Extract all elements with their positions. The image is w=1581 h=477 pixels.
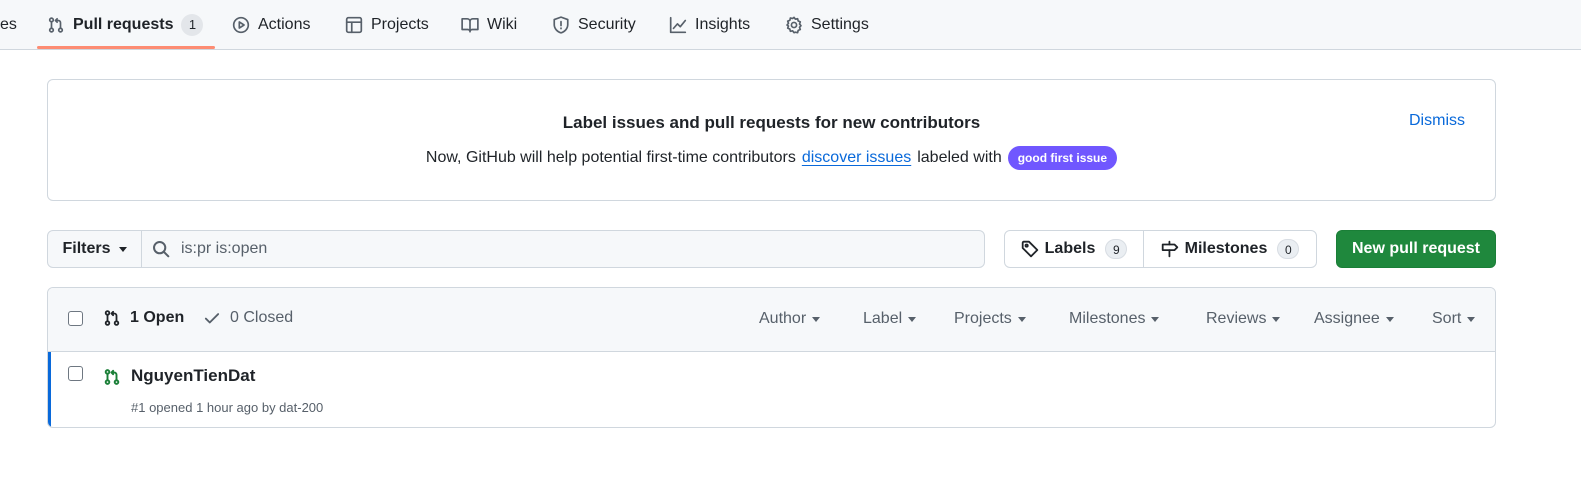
banner-text: Now, GitHub will help potential first-ti… xyxy=(48,146,1495,170)
git-pull-request-icon xyxy=(104,310,120,326)
banner-text-before: Now, GitHub will help potential first-ti… xyxy=(425,149,796,166)
closed-filter[interactable]: 0 Closed xyxy=(203,309,293,327)
search-box[interactable] xyxy=(141,230,985,268)
milestones-label: Milestones xyxy=(1184,240,1268,257)
banner-text-after: labeled with xyxy=(917,149,1002,166)
milestone-icon xyxy=(1161,240,1178,258)
select-all-checkbox[interactable] xyxy=(68,311,83,326)
sort-filter[interactable]: Sort xyxy=(1432,310,1476,328)
labels-counter: 9 xyxy=(1105,239,1128,259)
graph-icon xyxy=(669,16,687,33)
filters-button[interactable]: Filters xyxy=(47,230,142,268)
filter-label: Reviews xyxy=(1206,310,1267,327)
caret-down-icon xyxy=(118,246,127,252)
milestones-filter[interactable]: Milestones xyxy=(1069,310,1160,328)
repo-nav: es Pull requests 1 Actions Projects Wiki… xyxy=(0,0,1581,50)
tab-insights[interactable]: Insights xyxy=(669,0,750,49)
caret-down-icon xyxy=(1467,316,1476,322)
closed-count-label: 0 Closed xyxy=(230,309,294,326)
filter-label: Sort xyxy=(1432,310,1462,327)
check-icon xyxy=(204,313,220,324)
caret-down-icon xyxy=(1017,316,1026,322)
tab-label: Actions xyxy=(258,15,311,33)
tab-label: Wiki xyxy=(487,15,518,33)
pull-requests-counter: 1 xyxy=(181,13,204,36)
filters-label: Filters xyxy=(62,240,111,257)
good-first-issue-label[interactable]: good first issue xyxy=(1007,146,1118,170)
list-header: 1 Open 0 Closed Author Label Projects Mi… xyxy=(48,288,1495,352)
dismiss-button[interactable]: Dismiss xyxy=(1409,112,1465,130)
caret-down-icon xyxy=(1385,316,1394,322)
tab-wiki[interactable]: Wiki xyxy=(461,0,517,49)
tab-label: Settings xyxy=(811,15,869,33)
open-filter[interactable]: 1 Open xyxy=(103,309,184,327)
labels-label: Labels xyxy=(1044,240,1096,257)
label-filter[interactable]: Label xyxy=(863,310,917,328)
row-checkbox[interactable] xyxy=(68,366,83,381)
tab-label: Security xyxy=(578,15,636,33)
git-pull-request-open-icon xyxy=(104,369,120,385)
tag-icon xyxy=(1021,240,1038,258)
tab-label: Projects xyxy=(371,15,429,33)
shield-icon xyxy=(553,15,569,34)
row-focus-indicator xyxy=(48,352,51,427)
pull-request-list: 1 Open 0 Closed Author Label Projects Mi… xyxy=(47,287,1496,428)
reviews-filter[interactable]: Reviews xyxy=(1206,310,1281,328)
tab-projects[interactable]: Projects xyxy=(345,0,429,49)
milestones-counter: 0 xyxy=(1277,239,1300,259)
filter-label: Assignee xyxy=(1314,310,1380,327)
filter-label: Projects xyxy=(954,310,1012,327)
new-pull-request-button[interactable]: New pull request xyxy=(1336,230,1496,268)
table-icon xyxy=(345,16,363,33)
git-pull-request-icon xyxy=(48,16,64,33)
filter-label: Milestones xyxy=(1069,310,1146,327)
tab-label: Pull requests xyxy=(73,15,174,33)
discover-issues-link[interactable]: discover issues xyxy=(802,149,911,167)
tab-pull-requests[interactable]: Pull requests 1 xyxy=(47,0,204,49)
open-count-label: 1 Open xyxy=(130,309,185,326)
tab-actions[interactable]: Actions xyxy=(232,0,310,49)
caret-down-icon xyxy=(1272,316,1281,322)
tab-security[interactable]: Security xyxy=(552,0,636,49)
book-icon xyxy=(461,17,479,33)
pull-request-title-link[interactable]: NguyenTienDat xyxy=(131,366,255,386)
nav-item-label: es xyxy=(0,15,17,33)
banner-title: Label issues and pull requests for new c… xyxy=(562,113,981,132)
search-icon xyxy=(153,241,170,258)
caret-down-icon xyxy=(1151,316,1160,322)
author-filter[interactable]: Author xyxy=(759,310,821,328)
assignee-filter[interactable]: Assignee xyxy=(1314,310,1394,328)
play-icon xyxy=(232,16,250,33)
tab-settings[interactable]: Settings xyxy=(785,0,869,49)
caret-down-icon xyxy=(908,316,917,322)
labels-button[interactable]: Labels 9 xyxy=(1004,230,1144,268)
pull-request-meta: #1 opened 1 hour ago by dat-200 xyxy=(131,400,324,415)
filter-label: Author xyxy=(759,310,807,327)
nav-item-issues-partial[interactable]: es xyxy=(0,0,17,49)
filter-label: Label xyxy=(863,310,903,327)
projects-filter[interactable]: Projects xyxy=(954,310,1026,328)
selected-tab-underline xyxy=(37,46,215,49)
caret-down-icon xyxy=(812,316,821,322)
list-item[interactable]: NguyenTienDat #1 opened 1 hour ago by da… xyxy=(48,352,1495,427)
gear-icon xyxy=(786,16,802,33)
new-contributors-banner: Label issues and pull requests for new c… xyxy=(47,79,1496,201)
milestones-button[interactable]: Milestones 0 xyxy=(1143,230,1317,268)
search-input[interactable] xyxy=(181,240,961,258)
tab-label: Insights xyxy=(695,15,751,33)
